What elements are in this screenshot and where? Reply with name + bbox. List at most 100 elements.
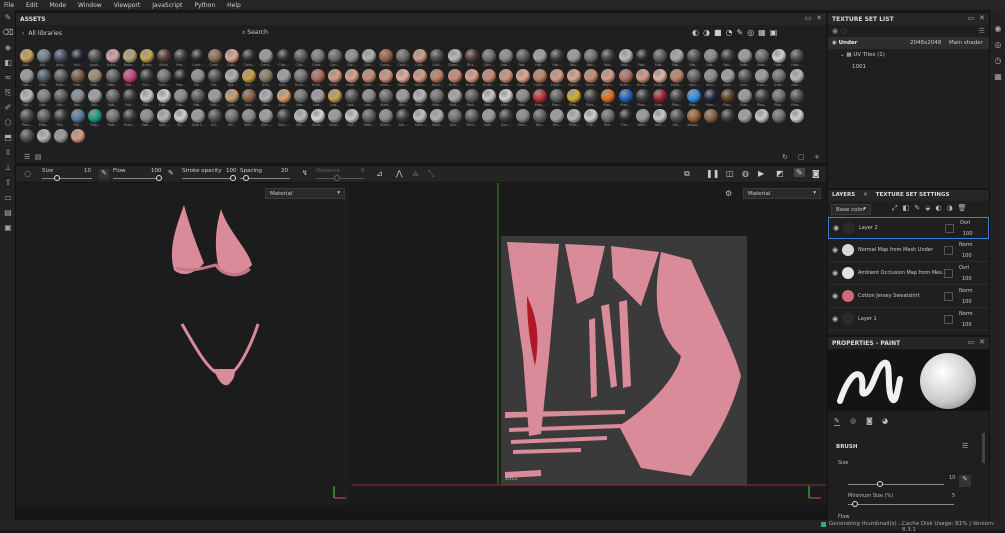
properties-scrollbar[interactable] bbox=[982, 433, 985, 463]
material-thumbnail[interactable] bbox=[88, 49, 103, 63]
layer-actions-icons[interactable]: ⤢◧✎⬙◐◑🗑 bbox=[892, 204, 972, 213]
stroke-opacity-value[interactable]: 100 bbox=[226, 168, 237, 174]
material-thumbnail[interactable] bbox=[208, 69, 223, 83]
material-thumbnail[interactable] bbox=[686, 89, 701, 103]
min-size-slider-handle[interactable] bbox=[852, 501, 858, 507]
document-icon[interactable]: ▤ bbox=[0, 205, 16, 220]
material-thumbnail[interactable] bbox=[293, 109, 308, 123]
material-thumbnail[interactable] bbox=[704, 49, 718, 63]
blend-mode[interactable]: Norm bbox=[959, 242, 973, 248]
settings-icon[interactable]: ⚙ bbox=[725, 189, 732, 198]
material-thumbnail[interactable] bbox=[430, 109, 445, 123]
material-thumbnail[interactable] bbox=[20, 129, 34, 143]
layer-opacity[interactable]: 100 bbox=[962, 322, 972, 328]
pause-icon[interactable]: ❚❚ bbox=[706, 169, 719, 178]
material-thumbnail[interactable] bbox=[686, 109, 701, 123]
brush-size-value[interactable]: 10 bbox=[949, 475, 955, 481]
material-thumbnail[interactable] bbox=[567, 69, 582, 83]
material-thumbnail[interactable] bbox=[276, 49, 291, 63]
menu-item-window[interactable]: Window bbox=[78, 2, 102, 9]
menu-item-file[interactable]: File bbox=[4, 2, 14, 9]
material-thumbnail[interactable] bbox=[464, 109, 479, 123]
sphere-icon[interactable]: ◍ bbox=[742, 169, 749, 178]
material-thumbnail[interactable] bbox=[550, 49, 565, 63]
material-thumbnail[interactable] bbox=[344, 109, 359, 123]
material-thumbnail[interactable] bbox=[156, 89, 171, 103]
material-thumbnail[interactable] bbox=[635, 89, 650, 103]
stroke-opacity-slider-handle[interactable] bbox=[230, 175, 236, 181]
material-thumbnail[interactable] bbox=[755, 69, 770, 83]
material-thumbnail[interactable] bbox=[139, 109, 154, 123]
material-thumbnail[interactable] bbox=[533, 69, 547, 83]
material-thumbnail[interactable] bbox=[54, 69, 69, 83]
material-thumbnail[interactable] bbox=[498, 49, 513, 63]
tab-texture-set-settings[interactable]: TEXTURE SET SETTINGS bbox=[872, 190, 954, 201]
uv-tile-row[interactable]: 1001 bbox=[828, 61, 989, 73]
eye-icon[interactable]: ◉ bbox=[832, 269, 838, 277]
material-thumbnail[interactable] bbox=[618, 89, 633, 103]
material-thumbnail[interactable] bbox=[71, 49, 86, 63]
material-thumbnail[interactable] bbox=[225, 89, 240, 103]
material-thumbnail[interactable] bbox=[259, 109, 274, 123]
close-icon[interactable]: ✕ bbox=[859, 190, 872, 201]
eye-icon[interactable]: ◉ bbox=[832, 40, 837, 46]
viewer-settings-icon[interactable]: ▭ bbox=[0, 190, 16, 205]
layer-row[interactable]: ◉ Cotton Jersey Sweatshirt Norm 100 bbox=[828, 286, 989, 308]
material-thumbnail[interactable] bbox=[20, 69, 34, 83]
material-thumbnail[interactable] bbox=[755, 109, 770, 123]
texture-set-shader[interactable]: Main shader bbox=[949, 40, 983, 46]
material-thumbnail[interactable] bbox=[71, 69, 86, 83]
material-thumbnail[interactable] bbox=[191, 89, 205, 103]
material-thumbnail[interactable] bbox=[669, 49, 684, 63]
stencil-tab-icon[interactable]: ◙ bbox=[866, 417, 873, 425]
layer-row[interactable]: ◉ Normal Map from Mesh Under Norm 100 bbox=[828, 240, 989, 262]
chevron-down-icon[interactable]: ⌄ bbox=[840, 52, 845, 58]
material-thumbnail[interactable] bbox=[310, 89, 325, 103]
export-icon[interactable]: ⇧ bbox=[0, 175, 16, 190]
panel-controls-icon[interactable]: ▭ ✕ bbox=[968, 14, 985, 22]
material-thumbnail[interactable] bbox=[533, 109, 547, 123]
material-thumbnail[interactable] bbox=[173, 89, 188, 103]
color-picker-icon[interactable]: ✐ bbox=[0, 100, 16, 115]
material-thumbnail[interactable] bbox=[396, 69, 411, 83]
material-thumbnail[interactable] bbox=[37, 49, 52, 63]
material-thumbnail[interactable] bbox=[122, 69, 137, 83]
material-thumbnail[interactable] bbox=[601, 69, 616, 83]
material-thumbnail[interactable] bbox=[242, 109, 257, 123]
material-thumbnail[interactable] bbox=[498, 89, 513, 103]
log-icon[interactable]: ▦ bbox=[990, 68, 1005, 84]
material-thumbnail[interactable] bbox=[37, 109, 52, 123]
layers-icon[interactable]: ◉ bbox=[990, 20, 1005, 36]
size-value[interactable]: 10 bbox=[84, 168, 91, 174]
camera-link-icon[interactable]: ⧉ bbox=[684, 169, 690, 179]
material-thumbnail[interactable] bbox=[71, 89, 86, 103]
material-thumbnail[interactable] bbox=[533, 49, 547, 63]
material-thumbnail[interactable] bbox=[498, 69, 513, 83]
stroke-opacity-slider[interactable] bbox=[182, 178, 236, 179]
search-field[interactable]: ⌕ Search bbox=[242, 29, 268, 37]
mirror-icon[interactable]: ⋀ bbox=[396, 169, 403, 178]
material-thumbnail[interactable] bbox=[105, 69, 120, 83]
material-thumbnail[interactable] bbox=[669, 69, 684, 83]
material-thumbnail[interactable] bbox=[755, 49, 770, 63]
eraser-icon[interactable]: ⌫ bbox=[0, 25, 16, 40]
distance-slider-handle[interactable] bbox=[334, 175, 340, 181]
material-thumbnail[interactable] bbox=[396, 109, 411, 123]
material-thumbnail[interactable] bbox=[310, 69, 325, 83]
material-thumbnail[interactable] bbox=[789, 69, 804, 83]
paint-mode-icon[interactable]: ✎ bbox=[794, 168, 805, 177]
material-thumbnail[interactable] bbox=[584, 49, 599, 63]
layer-mask[interactable] bbox=[944, 315, 953, 324]
material-thumbnail[interactable] bbox=[704, 109, 718, 123]
menu-item-python[interactable]: Python bbox=[194, 2, 215, 9]
video-icon[interactable]: ▶ bbox=[758, 169, 764, 178]
filter-view-icon[interactable]: ▤ bbox=[35, 153, 42, 161]
material-thumbnail[interactable] bbox=[618, 49, 633, 63]
material-thumbnail[interactable] bbox=[122, 89, 137, 103]
material-thumbnail[interactable] bbox=[88, 69, 103, 83]
material-thumbnail[interactable] bbox=[379, 49, 394, 63]
blend-mode[interactable]: Ovrl bbox=[959, 265, 969, 271]
material-thumbnail[interactable] bbox=[413, 49, 428, 63]
material-thumbnail[interactable] bbox=[362, 109, 376, 123]
material-thumbnail[interactable] bbox=[259, 89, 274, 103]
